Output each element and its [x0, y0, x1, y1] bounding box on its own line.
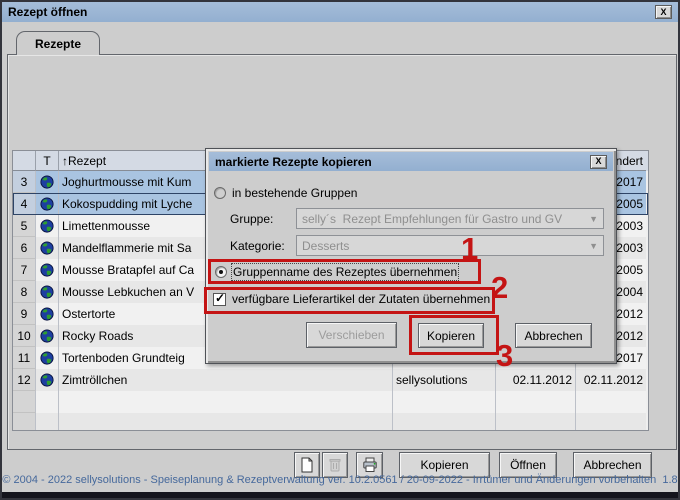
trash-icon: [327, 457, 343, 473]
changed-cell: [576, 413, 646, 430]
window-title: Rezept öffnen: [8, 5, 88, 19]
table-row[interactable]: [13, 413, 648, 430]
recipe-type-cell: [36, 347, 59, 369]
globe-icon: [40, 351, 54, 365]
radio-selected-icon: [215, 266, 227, 278]
row-number: 9: [13, 303, 36, 325]
dialog-gruppe-select[interactable]: selly´s Rezept Empfehlungen für Gastro u…: [296, 208, 604, 229]
author-cell: sellysolutions: [393, 369, 496, 391]
chevron-down-icon: ▼: [589, 213, 598, 224]
radio-bestehende-label: in bestehende Gruppen: [232, 186, 358, 200]
dialog-kategorie-select[interactable]: Desserts ▼: [296, 235, 604, 256]
radio-bestehende-gruppen[interactable]: in bestehende Gruppen: [214, 186, 357, 200]
row-number: 12: [13, 369, 36, 391]
window-bottom-border: [2, 492, 678, 498]
row-number: 8: [13, 281, 36, 303]
globe-icon: [40, 285, 54, 299]
recipe-name-cell: [59, 413, 393, 430]
recipe-name-cell: [59, 391, 393, 413]
printer-icon: [362, 457, 378, 473]
row-number: 10: [13, 325, 36, 347]
header-type[interactable]: T: [36, 151, 59, 171]
row-number: [13, 391, 36, 413]
checkbox-checked-icon: ✓: [213, 290, 226, 306]
checkbox-lieferartikel[interactable]: ✓ verfügbare Lieferartikel der Zutaten ü…: [213, 290, 491, 306]
dialog-kategorie-label: Kategorie:: [230, 239, 285, 253]
radio-gruppenname[interactable]: Gruppenname des Rezeptes übernehmen: [215, 263, 460, 281]
abbrechen-button-dialog[interactable]: Abbrechen: [515, 323, 592, 348]
close-icon[interactable]: X: [590, 154, 607, 169]
row-number: 4: [13, 193, 36, 215]
verschieben-button[interactable]: Verschieben: [306, 322, 397, 348]
dialog-kategorie-value: Desserts: [302, 238, 350, 253]
dialog-gruppe-label: Gruppe:: [230, 212, 274, 226]
tab-rezepte[interactable]: Rezepte: [16, 31, 100, 55]
chevron-down-icon: ▼: [589, 240, 598, 251]
recipe-type-cell: [36, 369, 59, 391]
dialog-gruppe-value: selly´s Rezept Empfehlungen für Gastro u…: [302, 211, 563, 226]
recipe-type-cell: [36, 237, 59, 259]
globe-icon: [40, 373, 54, 387]
globe-icon: [40, 263, 54, 277]
author-cell: [393, 391, 496, 413]
table-row[interactable]: 12 Zimtröllchen sellysolutions 02.11.201…: [13, 369, 648, 391]
radio-gruppenname-label: Gruppenname des Rezeptes übernehmen: [230, 263, 460, 281]
globe-icon: [40, 307, 54, 321]
checkbox-lieferartikel-label: verfügbare Lieferartikel der Zutaten übe…: [232, 292, 491, 306]
recipe-type-cell: [36, 215, 59, 237]
tab-label: Rezepte: [34, 36, 81, 51]
changed-cell: [576, 391, 646, 413]
row-number: 6: [13, 237, 36, 259]
recipe-type-cell: [36, 391, 59, 413]
globe-icon: [40, 197, 54, 211]
recipe-type-cell: [36, 303, 59, 325]
dialog-title: markierte Rezepte kopieren: [215, 154, 372, 169]
author-cell: [393, 413, 496, 430]
created-cell: 02.11.2012: [496, 369, 576, 391]
globe-icon: [40, 219, 54, 233]
footer-copyright: © 2004 - 2022 sellysolutions - Speisepla…: [2, 474, 678, 486]
created-cell: [496, 413, 576, 430]
recipe-type-cell: [36, 325, 59, 347]
row-number: [13, 413, 36, 430]
globe-icon: [40, 241, 54, 255]
recipe-type-cell: [36, 281, 59, 303]
row-number: 7: [13, 259, 36, 281]
dialog-titlebar: markierte Rezepte kopieren X: [209, 152, 613, 171]
created-cell: [496, 391, 576, 413]
recipe-open-window: Rezept öffnen X Rezepte Suche: Gruppe: >…: [0, 0, 680, 500]
recipe-type-cell: [36, 193, 59, 215]
globe-icon: [40, 329, 54, 343]
header-num[interactable]: [13, 151, 36, 171]
globe-icon: [40, 175, 54, 189]
close-icon[interactable]: X: [655, 5, 672, 19]
changed-cell: 02.11.2012: [576, 369, 646, 391]
copy-recipes-dialog: markierte Rezepte kopieren X in bestehen…: [205, 148, 617, 364]
recipe-type-cell: [36, 259, 59, 281]
table-row[interactable]: [13, 391, 648, 413]
window-titlebar: Rezept öffnen X: [2, 2, 678, 22]
kopieren-button-dialog[interactable]: Kopieren: [418, 323, 484, 348]
recipe-type-cell: [36, 413, 59, 430]
recipe-type-cell: [36, 171, 59, 193]
radio-icon: [214, 187, 226, 199]
new-document-icon: [299, 457, 315, 473]
row-number: 5: [13, 215, 36, 237]
row-number: 11: [13, 347, 36, 369]
recipe-name-cell: Zimtröllchen: [59, 369, 393, 391]
row-number: 3: [13, 171, 36, 193]
